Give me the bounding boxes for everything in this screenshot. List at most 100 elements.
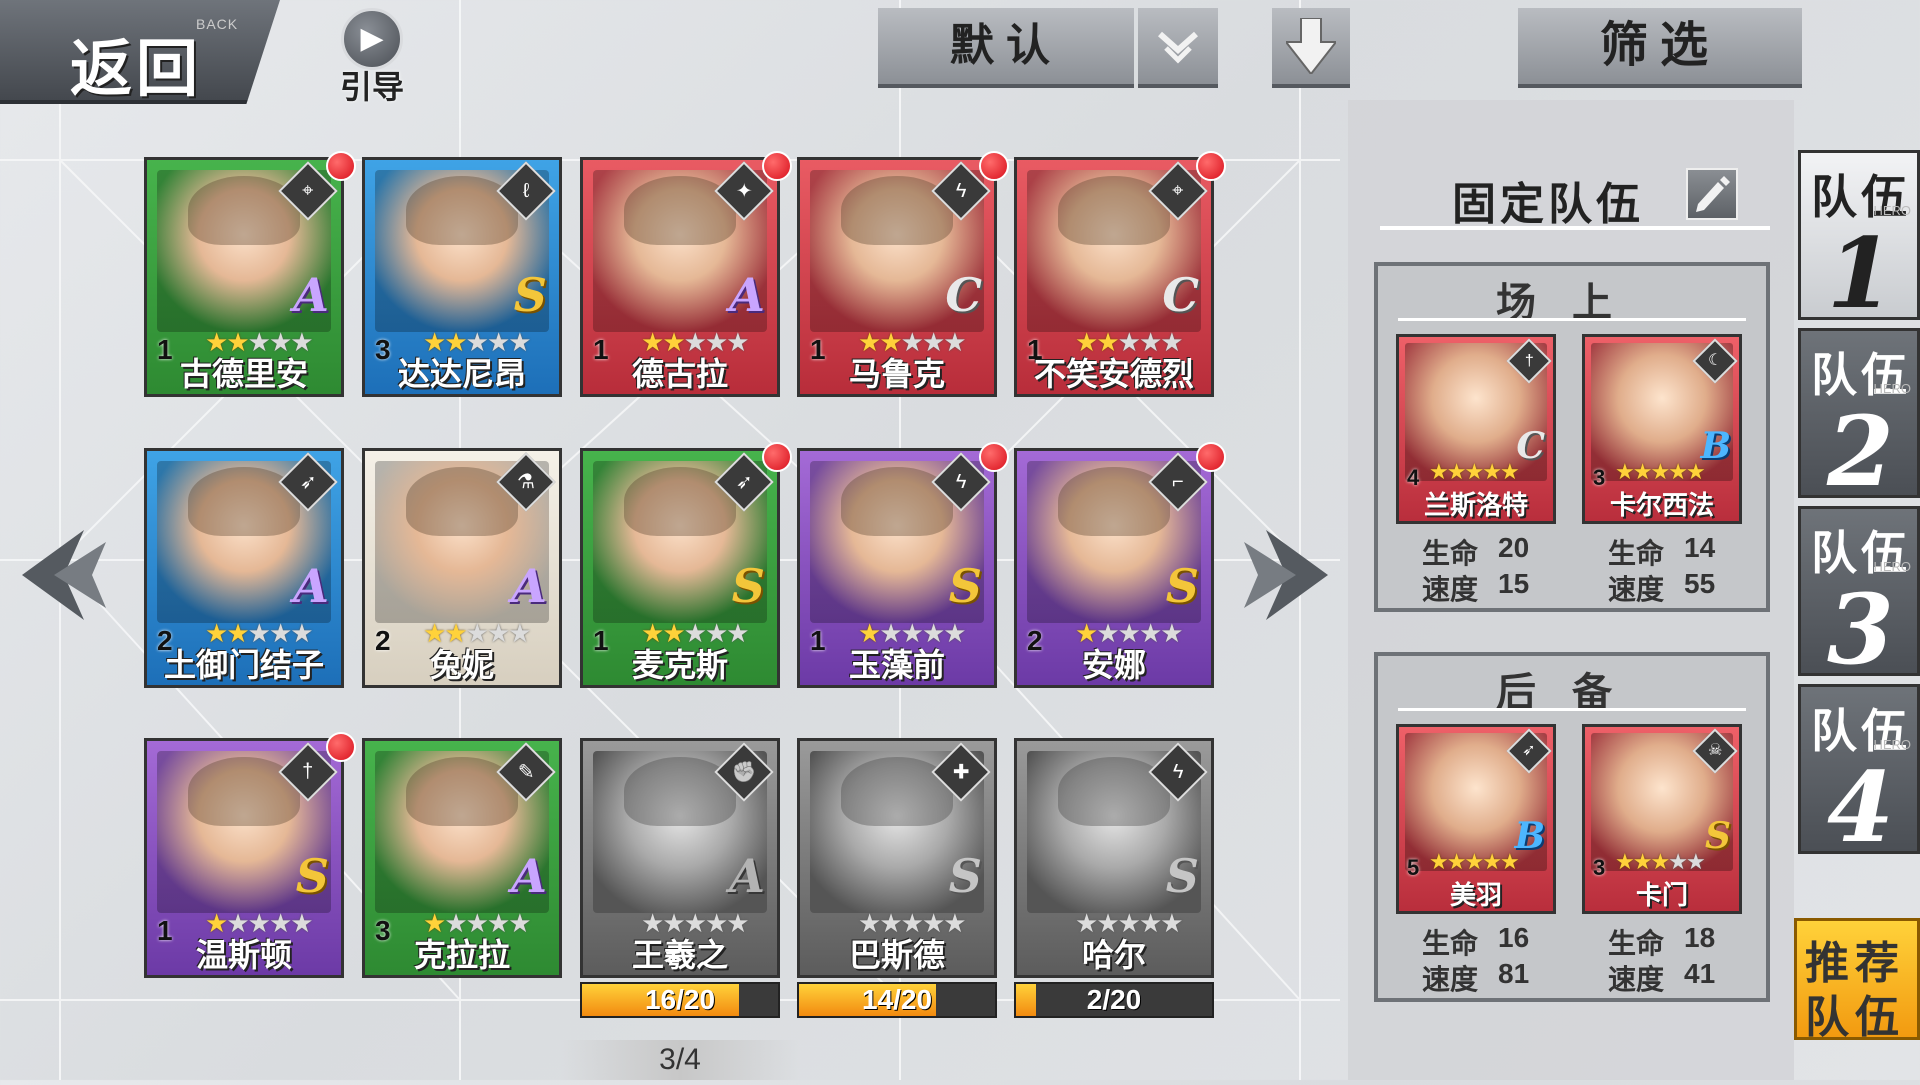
filter-button[interactable]: 筛选 bbox=[1518, 8, 1802, 88]
sort-dropdown-button[interactable] bbox=[1138, 8, 1218, 88]
stat-value-hp: 14 bbox=[1684, 532, 1716, 563]
rank-badge: A bbox=[293, 559, 329, 613]
team-hero-card[interactable]: ➶ B 5 ★★★★★ 美羽 bbox=[1396, 724, 1556, 914]
hero-card[interactable]: ϟ C 1 ★★★★★ 马鲁克 bbox=[797, 157, 997, 397]
star-filled-icon: ★ bbox=[1429, 849, 1449, 874]
star-empty-icon: ★ bbox=[268, 618, 292, 648]
hero-name: 不笑安德烈 bbox=[1033, 356, 1194, 392]
star-empty-icon: ★ bbox=[1075, 908, 1098, 938]
team-hero-card[interactable]: ☠ S 3 ★★★★★ 卡门 bbox=[1582, 724, 1742, 914]
team-tab-number: 2 bbox=[1827, 395, 1894, 508]
guide-button[interactable]: ▶ 引导 bbox=[334, 8, 410, 105]
star-empty-icon: ★ bbox=[726, 618, 749, 648]
team-tab-4[interactable]: 队伍 HERO 4 bbox=[1798, 684, 1920, 864]
hero-card[interactable]: ✊ A ★★★★★ 王羲之 bbox=[580, 738, 780, 978]
stat-label-hp: 生命 bbox=[1608, 538, 1665, 569]
rank-badge: C bbox=[1162, 268, 1199, 322]
hero-card[interactable]: ✚ S ★★★★★ 巴斯德 bbox=[797, 738, 997, 978]
star-empty-icon: ★ bbox=[704, 618, 728, 648]
star-empty-icon: ★ bbox=[921, 618, 945, 648]
star-empty-icon: ★ bbox=[879, 618, 902, 648]
hero-name: 德古拉 bbox=[631, 356, 728, 392]
team-tab-hero-text: HERO bbox=[1873, 381, 1911, 396]
stat-value-speed: 81 bbox=[1498, 958, 1530, 989]
team-tab-1[interactable]: 队伍 HERO 1 bbox=[1798, 150, 1920, 330]
hero-name: 古德里安 bbox=[179, 356, 308, 392]
team-hero-card[interactable]: † C 4 ★★★★★ 兰斯洛特 bbox=[1396, 334, 1556, 524]
notification-dot bbox=[979, 151, 1009, 181]
star-filled-icon: ★ bbox=[1650, 849, 1670, 874]
hero-card[interactable]: ⌐ S 2 ★★★★★ 安娜 bbox=[1014, 448, 1214, 688]
star-filled-icon: ★ bbox=[641, 327, 664, 357]
title-divider bbox=[1380, 226, 1770, 230]
next-page-arrow-icon[interactable] bbox=[1236, 520, 1336, 630]
hero-name: 美羽 bbox=[1449, 880, 1502, 910]
star-empty-icon: ★ bbox=[1138, 618, 1162, 648]
hero-card[interactable]: ⚗ A 2 ★★★★★ 兔妮 bbox=[362, 448, 562, 688]
hero-card[interactable]: ➶ A 2 ★★★★★ 土御门结子 bbox=[144, 448, 344, 688]
guide-label: 引导 bbox=[339, 69, 404, 105]
star-empty-icon: ★ bbox=[641, 908, 664, 938]
star-empty-icon: ★ bbox=[1096, 618, 1119, 648]
hero-name: 麦克斯 bbox=[631, 647, 728, 683]
hero-card[interactable]: ✦ A 1 ★★★★★ 德古拉 bbox=[580, 157, 780, 397]
star-empty-icon: ★ bbox=[1138, 908, 1162, 938]
star-empty-icon: ★ bbox=[943, 908, 966, 938]
hero-card[interactable]: ℓ S 3 ★★★★★ 达达尼昂 bbox=[362, 157, 562, 397]
star-empty-icon: ★ bbox=[683, 618, 707, 648]
hero-name: 马鲁克 bbox=[848, 356, 945, 392]
hero-card[interactable]: † S 1 ★★★★★ 温斯顿 bbox=[144, 738, 344, 978]
shard-progress-bar: 2/20 bbox=[1014, 982, 1214, 1018]
star-empty-icon: ★ bbox=[508, 327, 531, 357]
hero-card[interactable]: ⌖ C 1 ★★★★★ 不笑安德烈 bbox=[1014, 157, 1214, 397]
stat-label-hp: 生命 bbox=[1422, 928, 1479, 959]
on-field-divider bbox=[1398, 318, 1746, 321]
star-filled-icon: ★ bbox=[444, 618, 467, 648]
star-filled-icon: ★ bbox=[1615, 849, 1635, 874]
star-empty-icon: ★ bbox=[486, 327, 510, 357]
prev-page-arrow-icon[interactable] bbox=[14, 520, 114, 630]
star-filled-icon: ★ bbox=[1685, 459, 1706, 484]
recommend-team-button[interactable]: 推荐 队伍 bbox=[1794, 918, 1920, 1042]
shard-progress-bar: 16/20 bbox=[580, 982, 780, 1018]
star-empty-icon: ★ bbox=[683, 327, 707, 357]
hero-card[interactable]: ⌖ A 1 ★★★★★ 古德里安 bbox=[144, 157, 344, 397]
star-empty-icon: ★ bbox=[290, 618, 313, 648]
edit-team-button[interactable] bbox=[1686, 168, 1738, 220]
stat-value-hp: 20 bbox=[1498, 532, 1530, 563]
star-empty-icon: ★ bbox=[879, 908, 902, 938]
hero-name: 卡门 bbox=[1635, 880, 1688, 910]
team-hero-card[interactable]: ☾ B 3 ★★★★★ 卡尔西法 bbox=[1582, 334, 1742, 524]
back-button[interactable]: 返回 BACK bbox=[0, 0, 280, 104]
star-rating: ★★★★★ bbox=[1615, 849, 1706, 875]
sort-order-button[interactable] bbox=[1272, 8, 1350, 88]
stat-value-speed: 55 bbox=[1684, 568, 1716, 599]
star-filled-icon: ★ bbox=[879, 327, 902, 357]
star-filled-icon: ★ bbox=[226, 327, 249, 357]
reserve-divider bbox=[1398, 708, 1746, 711]
rank-badge: S bbox=[1705, 815, 1731, 857]
star-filled-icon: ★ bbox=[205, 908, 228, 938]
rank-badge: C bbox=[945, 268, 982, 322]
rank-badge: S bbox=[948, 849, 982, 903]
sort-button[interactable]: 默认 bbox=[878, 8, 1134, 88]
hero-card[interactable]: ➶ S 1 ★★★★★ 麦克斯 bbox=[580, 448, 780, 688]
star-empty-icon: ★ bbox=[268, 908, 292, 938]
hero-name: 王羲之 bbox=[631, 937, 728, 973]
star-filled-icon: ★ bbox=[1632, 849, 1653, 874]
shard-count: 14/20 bbox=[861, 984, 933, 1015]
team-tab-number: 1 bbox=[1827, 217, 1894, 330]
stat-label-speed: 速度 bbox=[1608, 574, 1665, 605]
team-tab-3[interactable]: 队伍 HERO 3 bbox=[1798, 506, 1920, 686]
star-empty-icon: ★ bbox=[486, 618, 510, 648]
rank-badge: A bbox=[511, 559, 547, 613]
hero-card[interactable]: ϟ S 1 ★★★★★ 玉藻前 bbox=[797, 448, 997, 688]
hero-card[interactable]: ϟ S ★★★★★ 哈尔 bbox=[1014, 738, 1214, 978]
shard-progress-bar: 14/20 bbox=[797, 982, 997, 1018]
star-empty-icon: ★ bbox=[247, 618, 271, 648]
arrow-down-icon bbox=[1286, 18, 1336, 74]
star-empty-icon: ★ bbox=[943, 327, 966, 357]
hero-card[interactable]: ✎ A 3 ★★★★★ 克拉拉 bbox=[362, 738, 562, 978]
star-empty-icon: ★ bbox=[704, 327, 728, 357]
team-tab-2[interactable]: 队伍 HERO 2 bbox=[1798, 328, 1920, 508]
